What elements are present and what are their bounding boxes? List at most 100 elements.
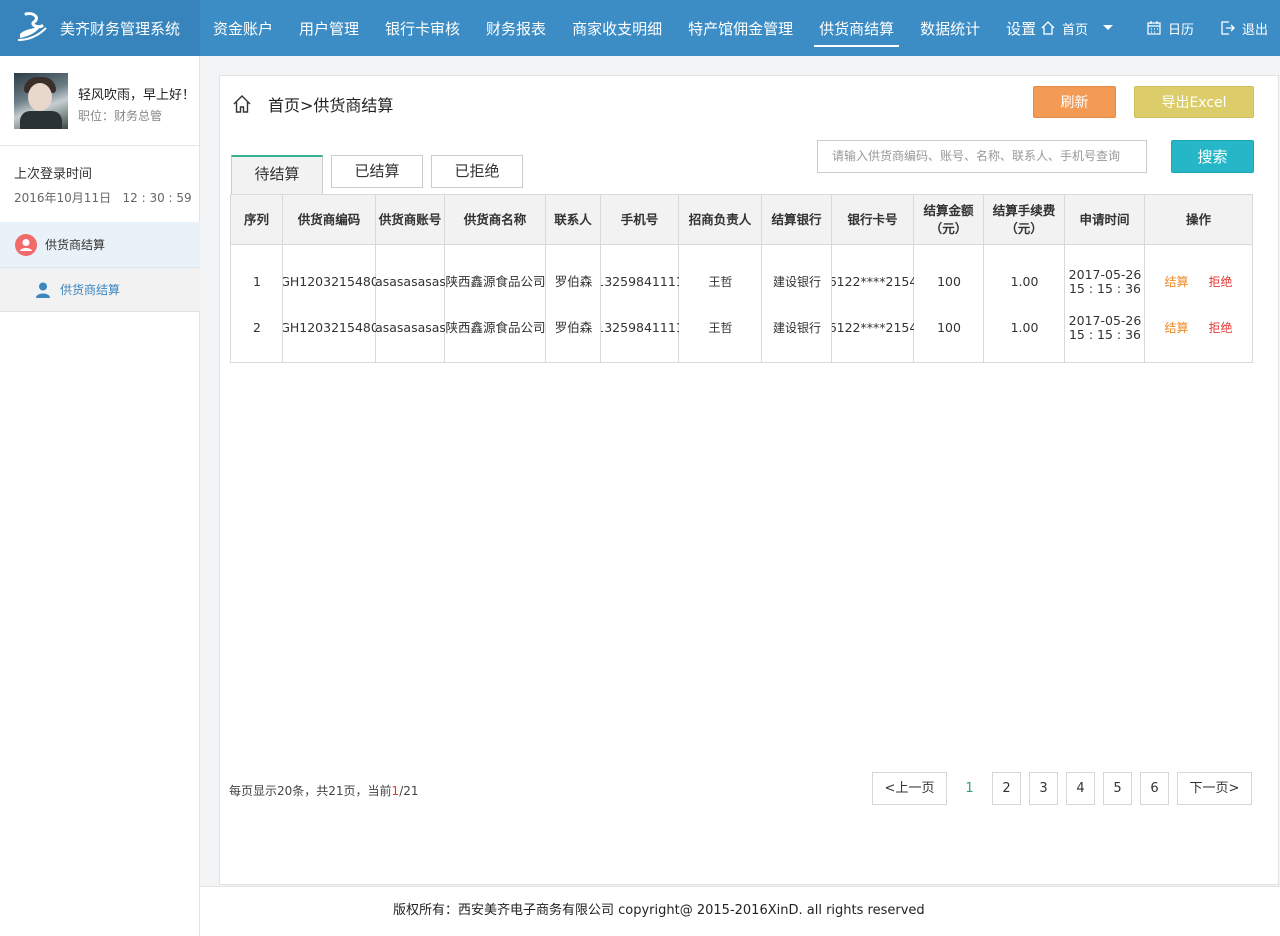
footer: 版权所有：西安美齐电子商务有限公司 copyright@ 2015-2016Xi…: [200, 886, 1280, 936]
column-header: 供货商账号: [376, 195, 445, 245]
calendar-icon: [1147, 21, 1161, 35]
breadcrumb-text: 首页>供货商结算: [268, 96, 394, 115]
page-button[interactable]: 6: [1140, 772, 1169, 805]
nav-item-supplier-settlement[interactable]: 供货商结算: [806, 0, 907, 56]
cell-time: 2017-05-26 15 : 15 : 36: [1068, 313, 1142, 342]
sidebar-subitem-label: 供货商结算: [60, 283, 121, 297]
calendar-link[interactable]: 日历: [1146, 19, 1194, 38]
prev-page-button[interactable]: <上一页: [872, 772, 947, 805]
nav-item-financial-reports[interactable]: 财务报表: [473, 0, 559, 56]
cell-seq: 1: [253, 274, 261, 289]
tab-settled[interactable]: 已结算: [331, 155, 423, 188]
cell-fee: 1.00: [1010, 320, 1039, 335]
user-profile: 轻风吹雨，早上好！ 职位：财务总管: [0, 56, 199, 146]
export-excel-button[interactable]: 导出Excel: [1134, 86, 1254, 118]
brand[interactable]: 美齐财务管理系统: [0, 0, 200, 56]
cell-amount: 100: [937, 320, 961, 335]
logout-label: 退出: [1241, 22, 1268, 38]
column-header: 申请时间: [1065, 195, 1145, 245]
column-header: 联系人: [546, 195, 601, 245]
user-role: 职位：财务总管: [78, 109, 163, 123]
home-menu[interactable]: 首页: [1040, 19, 1120, 38]
cell-bank: 建设银行: [772, 321, 821, 335]
main-nav: 资金账户 用户管理 银行卡审核 财务报表 商家收支明细 特产馆佣金管理 供货商结…: [200, 0, 1049, 56]
last-login-label: 上次登录时间: [14, 167, 93, 182]
nav-item-specialty-commission[interactable]: 特产馆佣金管理: [675, 0, 806, 56]
cell-manager: 王哲: [708, 275, 733, 289]
greeting-text: 轻风吹雨，早上好！: [78, 88, 196, 103]
cell-time: 2017-05-26 15 : 15 : 36: [1068, 267, 1142, 296]
search-input[interactable]: 请输入供货商编码、账号、名称、联系人、手机号查询: [817, 140, 1147, 173]
main-panel: 首页>供货商结算 刷新 导出Excel 请输入供货商编码、账号、名称、联系人、手…: [219, 75, 1279, 885]
logout-link[interactable]: 退出: [1220, 19, 1268, 38]
cell-code: GH1203215480: [283, 274, 376, 289]
pagination-info-prefix: 每页显示20条，共21页，当前: [229, 784, 392, 798]
user-icon: [36, 282, 50, 298]
reject-button[interactable]: 拒绝: [1209, 321, 1233, 335]
nav-item-user-management[interactable]: 用户管理: [286, 0, 372, 56]
table-row: 2 GH1203215480 asasasasas 陕西鑫源食品公司 罗伯森 1…: [231, 308, 1252, 348]
copyright-text: 版权所有：西安美齐电子商务有限公司 copyright@ 2015-2016Xi…: [393, 903, 925, 918]
cell-seq: 2: [253, 320, 261, 335]
column-header: 供货商编码: [283, 195, 376, 245]
page-button[interactable]: 3: [1029, 772, 1058, 805]
sidebar-subitem-supplier-settlement[interactable]: 供货商结算: [0, 268, 200, 312]
settle-button[interactable]: 结算: [1164, 321, 1188, 335]
tab-pending[interactable]: 待结算: [231, 155, 323, 195]
page-button[interactable]: 4: [1066, 772, 1095, 805]
pagination-info-suffix: /21: [399, 784, 419, 798]
settle-button[interactable]: 结算: [1164, 275, 1188, 289]
sidebar-item-label: 供货商结算: [45, 238, 106, 252]
column-header: 结算手续费 （元）: [984, 195, 1065, 245]
caret-down-icon: [1102, 25, 1113, 30]
column-header: 供货商名称: [445, 195, 546, 245]
reject-button[interactable]: 拒绝: [1209, 275, 1233, 289]
nav-item-data-statistics[interactable]: 数据统计: [907, 0, 993, 56]
cell-name: 陕西鑫源食品公司: [445, 274, 546, 289]
nav-item-merchant-transactions[interactable]: 商家收支明细: [559, 0, 675, 56]
status-tabs: 待结算 已结算 已拒绝: [231, 155, 531, 195]
app-title: 美齐财务管理系统: [60, 19, 181, 38]
pagination: <上一页 1 2 3 4 5 6 下一页>: [872, 772, 1252, 805]
cell-card: 6122****2154: [832, 320, 914, 335]
user-circle-icon: [15, 233, 37, 256]
tab-rejected[interactable]: 已拒绝: [431, 155, 523, 188]
page-button[interactable]: 5: [1103, 772, 1132, 805]
logo-icon: [12, 8, 52, 48]
nav-item-bank-card-review[interactable]: 银行卡审核: [372, 0, 473, 56]
cell-account: asasasasas: [376, 320, 445, 335]
settlement-table: 序列 供货商编码 供货商账号 供货商名称 联系人 手机号 招商负责人 结算银行 …: [230, 194, 1253, 363]
cell-contact: 罗伯森: [554, 274, 593, 289]
table-row: 1 GH1203215480 asasasasas 陕西鑫源食品公司 罗伯森 1…: [231, 262, 1252, 302]
next-page-button[interactable]: 下一页>: [1177, 772, 1252, 805]
column-header: 结算银行: [762, 195, 832, 245]
column-header: 操作: [1185, 212, 1211, 227]
sidebar: 轻风吹雨，早上好！ 职位：财务总管 上次登录时间 2016年10月11日 12 …: [0, 56, 200, 936]
cell-card: 6122****2154: [832, 274, 914, 289]
home-icon[interactable]: [232, 94, 252, 114]
cell-name: 陕西鑫源食品公司: [445, 320, 546, 335]
cell-fee: 1.00: [1010, 274, 1039, 289]
refresh-button[interactable]: 刷新: [1033, 86, 1116, 118]
top-bar: 美齐财务管理系统 资金账户 用户管理 银行卡审核 财务报表 商家收支明细 特产馆…: [0, 0, 1280, 56]
cell-actions: 结算 拒绝: [1145, 308, 1252, 348]
top-tools: 首页 日历 退出: [1014, 0, 1268, 56]
home-icon: [1041, 21, 1055, 35]
search-button[interactable]: 搜索: [1171, 140, 1254, 173]
sidebar-item-supplier-settlement[interactable]: 供货商结算: [0, 222, 200, 268]
avatar[interactable]: [14, 73, 68, 129]
page-button[interactable]: 1: [955, 772, 984, 805]
logout-icon: [1221, 21, 1235, 35]
column-header: 序列: [231, 195, 283, 245]
pagination-info: 每页显示20条，共21页，当前1/21: [229, 782, 419, 799]
breadcrumb: 首页>供货商结算: [232, 92, 393, 116]
cell-contact: 罗伯森: [554, 320, 593, 335]
cell-manager: 王哲: [708, 321, 733, 335]
cell-phone: 13259841111: [601, 320, 679, 335]
cell-bank: 建设银行: [772, 275, 821, 289]
page-button[interactable]: 2: [992, 772, 1021, 805]
cell-code: GH1203215480: [283, 320, 376, 335]
nav-item-fund-account[interactable]: 资金账户: [200, 0, 286, 56]
cell-actions: 结算 拒绝: [1145, 262, 1252, 302]
column-header: 银行卡号: [832, 195, 914, 245]
